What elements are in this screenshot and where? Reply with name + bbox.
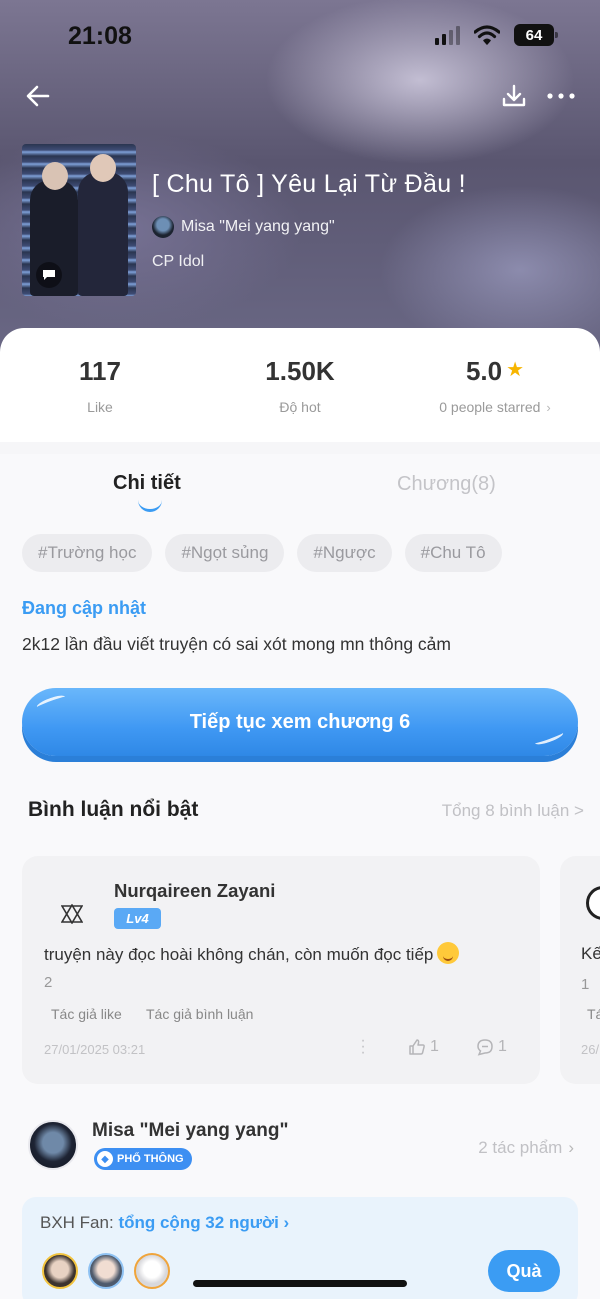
comment-more-icon[interactable]: · · · [358,1033,368,1061]
fan-avatar[interactable] [42,1253,78,1289]
like-stat[interactable]: 117 Like [40,356,160,415]
rating-label: 0 people starred [439,399,541,415]
story-description: 2k12 lần đầu viết truyện có sai xót mong… [22,634,451,654]
comment-count: 2 [44,974,53,991]
gift-button[interactable]: Quà [488,1250,560,1292]
like-count: 117 [79,356,121,386]
signal-icon [435,25,460,45]
fan-avatar[interactable] [88,1253,124,1289]
comment-like-button[interactable]: 1 [408,1038,439,1056]
tag-chip[interactable]: #Trường học [22,534,153,572]
author-link[interactable]: Misa "Mei yang yang" [152,216,335,238]
rating-stat[interactable]: 5.0 ★ 0 people starred › [420,356,570,415]
author-like-tag: Tác giả like [51,1006,122,1022]
author-rank-label: PHỔ THÔNG [117,1153,184,1165]
drop-icon: ◆ [97,1151,113,1167]
star-icon: ★ [506,359,525,381]
story-genre: CP Idol [152,253,205,270]
author-works-link[interactable]: 2 tác phẩm › [478,1138,574,1158]
author-avatar [152,216,174,238]
continue-reading-label: Tiếp tục xem chương 6 [189,710,411,733]
comments-total-link[interactable]: Tổng 8 bình luận > [442,801,584,821]
tag-chip[interactable]: #Chu Tô [404,534,502,572]
comment-reply-button[interactable]: 1 [476,1038,507,1056]
commenter-avatar [586,886,600,920]
rating-value: 5.0 [465,356,503,386]
author-rank-badge: ◆ PHỔ THÔNG [94,1148,192,1170]
reply-bubble-icon [477,1039,493,1056]
divider [0,442,600,454]
comment-date: 26/ [581,1042,600,1057]
tab-detail[interactable]: Chi tiết [113,472,181,495]
chat-bubble-icon [36,262,62,288]
status-icons: 64 [435,24,558,46]
comment-card-next[interactable]: Kế 1 Tá 26/ [560,856,600,1084]
chevron-right-icon: › [546,400,551,415]
commenter-avatar[interactable] [52,894,92,934]
continue-reading-button[interactable]: Tiếp tục xem chương 6 [22,688,578,756]
level-badge: Lv4 [114,908,161,929]
like-label: Like [87,399,113,415]
story-title: [ Chu Tô ] Yêu Lại Từ Đầu ! [152,170,466,198]
comments-title: Bình luận nổi bật [28,798,199,821]
author-name: Misa "Mei yang yang" [181,218,335,235]
status-time: 21:08 [68,22,132,50]
story-content: 117 Like 1.50K Độ hot 5.0 ★ 0 people star… [0,328,600,1299]
author-name[interactable]: Misa "Mei yang yang" [92,1120,288,1142]
comment-like-count: 1 [430,1038,439,1055]
comment-text: Kế [581,944,600,963]
hot-label: Độ hot [279,399,321,415]
wifi-icon [474,25,500,45]
comment-card[interactable]: Nurqaireen Zayani Lv4 truyện này đọc hoà… [22,856,540,1084]
tab-chapters[interactable]: Chương(8) [397,473,496,496]
battery-icon: 64 [514,24,558,46]
comment-count: 1 [581,976,590,993]
author-comment-tag: Tác giả bình luận [146,1006,254,1022]
tag-chip[interactable]: #Ngược [297,534,392,572]
more-options-icon[interactable] [546,84,576,108]
home-indicator[interactable] [193,1280,407,1287]
author-like-tag: Tá [587,1006,600,1022]
update-status: Đang cập nhật [22,598,147,618]
fan-avatar[interactable] [134,1253,170,1289]
story-cover[interactable] [22,144,136,296]
download-icon[interactable] [500,82,528,110]
back-arrow-icon[interactable] [24,82,52,110]
comment-date: 27/01/2025 03:21 [44,1042,146,1057]
tag-list: #Trường học #Ngọt sủng #Ngược #Chu Tô [22,534,502,572]
thumbs-up-icon [409,1039,425,1055]
hot-stat: 1.50K Độ hot [230,356,370,415]
tag-chip[interactable]: #Ngọt sủng [165,534,285,572]
author-avatar[interactable] [28,1120,78,1170]
hot-count: 1.50K [265,356,335,386]
chevron-right-icon: › [568,1138,574,1157]
comment-text: truyện này đọc hoài không chán, còn muốn… [44,942,460,965]
fan-ranking-title[interactable]: BXH Fan: tổng cộng 32 người › [40,1213,289,1233]
comment-reply-count: 1 [498,1038,507,1055]
commenter-name[interactable]: Nurqaireen Zayani [114,880,275,902]
fan-avatar-list [42,1253,170,1289]
wink-emoji-icon [437,942,460,964]
